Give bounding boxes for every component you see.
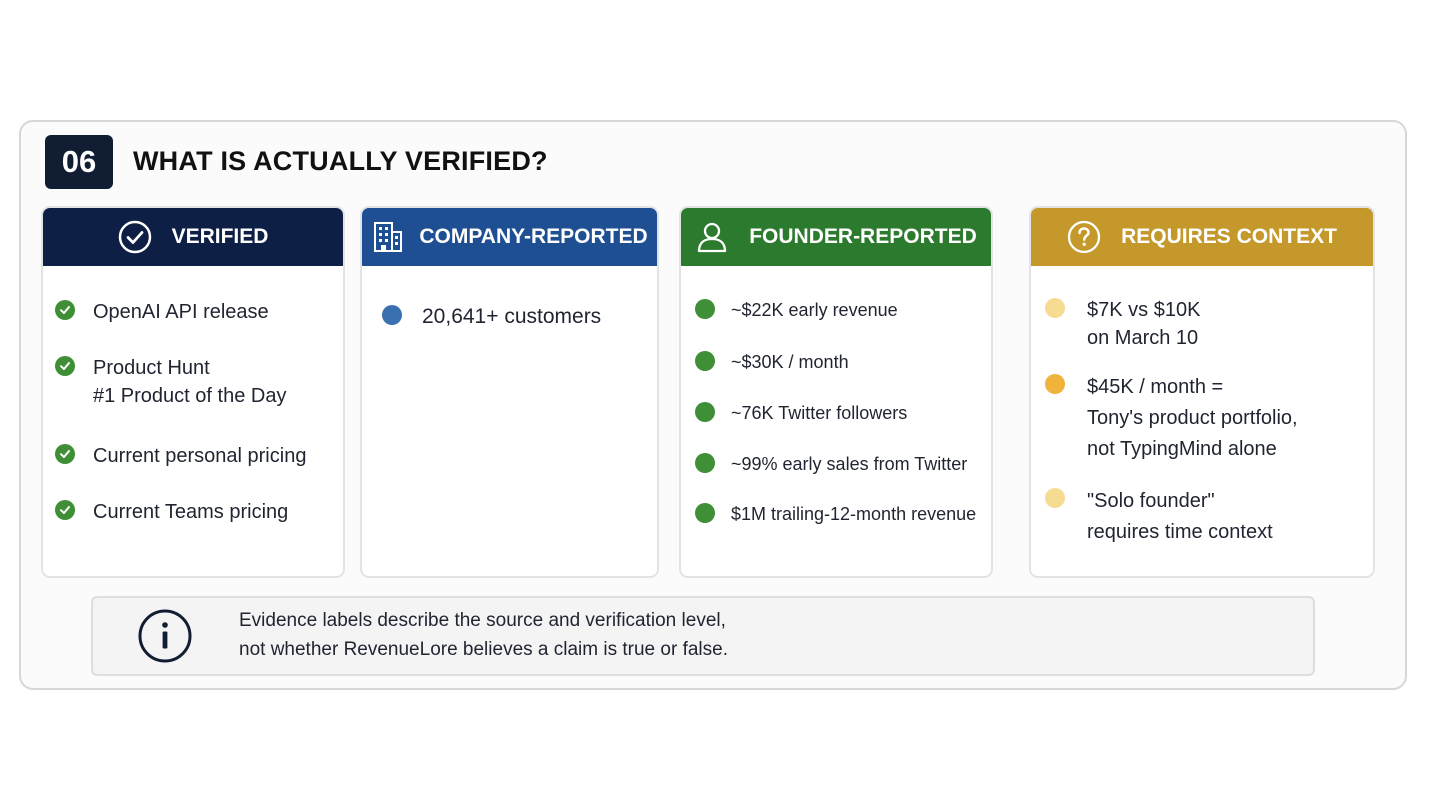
list-item: "Solo founder" requires time context bbox=[1045, 486, 1373, 548]
item-text: "Solo founder" requires time context bbox=[1087, 490, 1273, 543]
list-item: $7K vs $10K on March 10 bbox=[1045, 296, 1373, 352]
list-item: ~$22K early revenue bbox=[695, 298, 991, 323]
note-text: Evidence labels describe the source and … bbox=[239, 606, 728, 665]
requires-context-card: REQUIRES CONTEXT $7K vs $10K on March 10… bbox=[1029, 206, 1375, 578]
list-item: ~$30K / month bbox=[695, 350, 991, 375]
founder-reported-card: FOUNDER-REPORTED ~$22K early revenue ~$3… bbox=[679, 206, 993, 578]
item-text: $45K / month = Tony's product portfolio,… bbox=[1087, 376, 1298, 460]
green-dot-icon bbox=[695, 299, 715, 319]
green-dot-icon bbox=[695, 351, 715, 371]
item-text: ~99% early sales from Twitter bbox=[731, 454, 968, 474]
founder-reported-header: FOUNDER-REPORTED bbox=[681, 208, 991, 266]
info-icon bbox=[137, 608, 193, 669]
green-dot-icon bbox=[695, 402, 715, 422]
requires-context-heading: REQUIRES CONTEXT bbox=[1121, 225, 1337, 248]
item-text: ~76K Twitter followers bbox=[731, 403, 908, 423]
list-item: ~76K Twitter followers bbox=[695, 401, 991, 426]
building-icon bbox=[371, 220, 405, 254]
verified-heading: VERIFIED bbox=[171, 225, 269, 248]
note-line-2: not whether RevenueLore believes a claim… bbox=[239, 639, 728, 661]
orange-dot-icon bbox=[1045, 374, 1065, 394]
list-item: $1M trailing-12-month revenue bbox=[695, 502, 991, 527]
list-item: Product Hunt #1 Product of the Day bbox=[55, 354, 343, 410]
company-reported-heading: COMPANY-REPORTED bbox=[419, 225, 648, 248]
check-circle-icon bbox=[118, 220, 152, 254]
company-reported-header: COMPANY-REPORTED bbox=[362, 208, 657, 266]
list-item: OpenAI API release bbox=[55, 298, 343, 326]
evidence-panel: 06 WHAT IS ACTUALLY VERIFIED? VERIFIED O… bbox=[19, 120, 1407, 690]
item-text: $7K vs $10K on March 10 bbox=[1087, 299, 1201, 349]
green-check-icon bbox=[55, 500, 75, 520]
item-text: 20,641+ customers bbox=[422, 305, 602, 328]
section-number-badge: 06 bbox=[45, 135, 113, 189]
item-text: Current Teams pricing bbox=[93, 501, 289, 523]
question-circle-icon bbox=[1067, 220, 1101, 254]
verified-header: VERIFIED bbox=[43, 208, 343, 266]
section-title: WHAT IS ACTUALLY VERIFIED? bbox=[133, 146, 548, 176]
evidence-note: Evidence labels describe the source and … bbox=[91, 596, 1315, 676]
item-text: Product Hunt #1 Product of the Day bbox=[93, 357, 287, 407]
green-dot-icon bbox=[695, 453, 715, 473]
person-icon bbox=[695, 220, 729, 254]
item-text: ~$22K early revenue bbox=[731, 300, 898, 320]
green-dot-icon bbox=[695, 503, 715, 523]
item-text: OpenAI API release bbox=[93, 301, 269, 323]
list-item: Current personal pricing bbox=[55, 442, 343, 470]
item-text: $1M trailing-12-month revenue bbox=[731, 504, 977, 524]
light-yellow-dot-icon bbox=[1045, 298, 1065, 318]
green-check-icon bbox=[55, 356, 75, 376]
blue-dot-icon bbox=[382, 305, 402, 325]
item-text: Current personal pricing bbox=[93, 445, 307, 467]
founder-reported-heading: FOUNDER-REPORTED bbox=[749, 225, 977, 248]
list-item: Current Teams pricing bbox=[55, 498, 343, 526]
note-line-1: Evidence labels describe the source and … bbox=[239, 610, 726, 631]
light-yellow-dot-icon bbox=[1045, 488, 1065, 508]
requires-context-header: REQUIRES CONTEXT bbox=[1031, 208, 1373, 266]
list-item: ~99% early sales from Twitter bbox=[695, 452, 991, 477]
item-text: ~$30K / month bbox=[731, 352, 849, 372]
company-reported-card: COMPANY-REPORTED 20,641+ customers bbox=[360, 206, 659, 578]
green-check-icon bbox=[55, 300, 75, 320]
list-item: $45K / month = Tony's product portfolio,… bbox=[1045, 372, 1373, 465]
list-item: 20,641+ customers bbox=[382, 302, 657, 331]
green-check-icon bbox=[55, 444, 75, 464]
verified-card: VERIFIED OpenAI API release Product Hunt… bbox=[41, 206, 345, 578]
